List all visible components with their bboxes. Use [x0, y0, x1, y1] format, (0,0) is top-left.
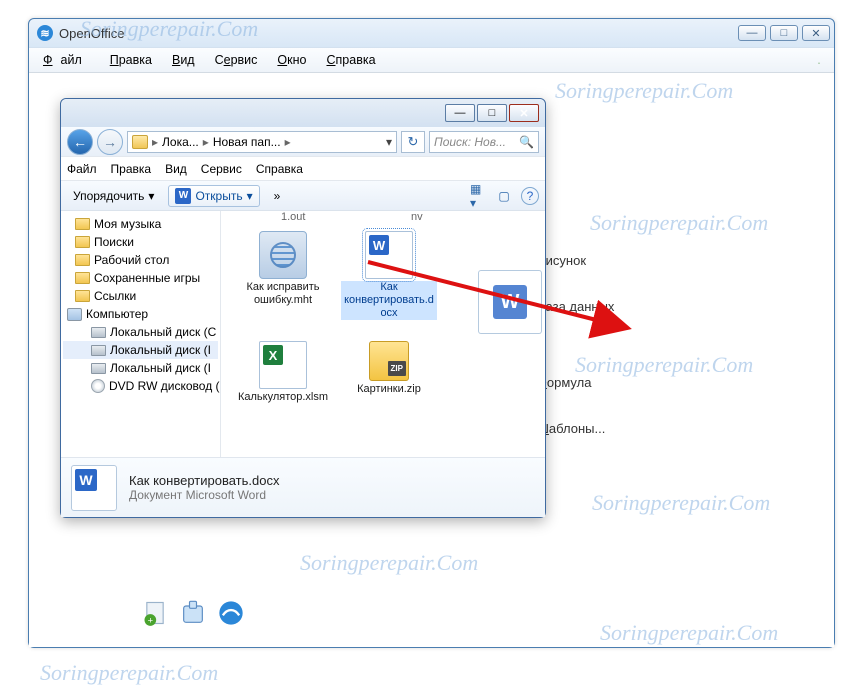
openoffice-round-icon[interactable] — [217, 599, 245, 627]
breadcrumb-sep: ▸ — [285, 135, 291, 149]
folder-icon — [75, 272, 90, 284]
toolbar-more-button[interactable]: » — [268, 187, 287, 205]
menu-file[interactable]: Файл — [35, 51, 98, 69]
mht-file-icon — [259, 231, 307, 279]
explorer-maximize-button[interactable]: □ — [477, 104, 507, 122]
svg-text:+: + — [148, 616, 153, 626]
ex-menu-help[interactable]: Справка — [256, 162, 303, 176]
computer-icon — [67, 308, 82, 321]
breadcrumb-sep: ▸ — [152, 135, 158, 149]
search-placeholder: Поиск: Нов... — [434, 135, 506, 149]
folder-icon — [75, 218, 90, 230]
new-doc-icon[interactable]: + — [141, 599, 169, 627]
folder-icon — [75, 290, 90, 302]
status-bar: Как конвертировать.docx Документ Microso… — [61, 457, 545, 517]
ex-menu-file[interactable]: Файл — [67, 162, 97, 176]
address-bar[interactable]: ▸ Лока... ▸ Новая пап... ▸ ▾ — [127, 131, 397, 153]
extension-icon[interactable] — [179, 599, 207, 627]
tree-item[interactable]: Ссылки — [63, 287, 218, 305]
tree-item-disk[interactable]: Локальный диск (C — [63, 323, 218, 341]
breadcrumb-sep: ▸ — [203, 135, 209, 149]
menu-edit[interactable]: Правка — [102, 51, 160, 69]
menu-help[interactable]: Справка — [318, 51, 383, 69]
file-docx-selected[interactable]: Как конвертировать.docx — [341, 231, 437, 320]
open-button[interactable]: WОткрыть ▾ — [168, 185, 259, 207]
explorer-minimize-button[interactable]: — — [445, 104, 475, 122]
download-icon[interactable] — [810, 51, 828, 69]
explorer-toolbar: Упорядочить ▾ WОткрыть ▾ » ▦ ▾ ▢ ? — [61, 181, 545, 211]
status-filename: Как конвертировать.docx — [129, 473, 279, 488]
disk-icon — [91, 327, 106, 338]
nav-tree: Моя музыка Поиски Рабочий стол Сохраненн… — [61, 211, 221, 457]
start-database[interactable]: База данных — [537, 283, 697, 329]
start-templates[interactable]: Шаблоны... — [537, 405, 697, 451]
search-input[interactable]: Поиск: Нов... 🔍 — [429, 131, 539, 153]
truncated-label: nv — [411, 211, 423, 223]
drag-ghost-icon: W — [478, 270, 542, 334]
start-formula[interactable]: Формула — [537, 359, 697, 405]
word-file-icon — [365, 231, 413, 279]
menu-view[interactable]: Вид — [164, 51, 203, 69]
tree-item-disk-selected[interactable]: Локальный диск (I — [63, 341, 218, 359]
ex-menu-edit[interactable]: Правка — [111, 162, 152, 176]
address-dropdown-icon[interactable]: ▾ — [386, 135, 392, 149]
dvd-icon — [91, 379, 105, 393]
status-filetype: Документ Microsoft Word — [129, 488, 279, 502]
truncated-label: 1.out — [281, 211, 305, 223]
explorer-window: — □ ✕ ← → ▸ Лока... ▸ Новая пап... ▸ ▾ ↻… — [60, 98, 546, 518]
view-mode-button[interactable]: ▦ ▾ — [469, 187, 487, 205]
tree-item[interactable]: Моя музыка — [63, 215, 218, 233]
search-icon[interactable]: 🔍 — [519, 135, 534, 149]
word-icon: W — [175, 188, 191, 204]
excel-file-icon — [259, 341, 307, 389]
disk-icon — [91, 345, 106, 356]
tree-item[interactable]: Сохраненные игры — [63, 269, 218, 287]
file-mht[interactable]: Как исправить ошибку.mht — [235, 231, 331, 307]
start-drawing[interactable]: Рисунок — [537, 237, 697, 283]
folder-icon — [75, 236, 90, 248]
maximize-button[interactable]: □ — [770, 25, 798, 41]
breadcrumb-part[interactable]: Лока... — [162, 135, 199, 149]
tree-item[interactable]: Поиски — [63, 233, 218, 251]
ex-menu-view[interactable]: Вид — [165, 162, 187, 176]
explorer-close-button[interactable]: ✕ — [509, 104, 539, 122]
explorer-titlebar[interactable]: — □ ✕ — [61, 99, 545, 127]
help-icon[interactable]: ? — [521, 187, 539, 205]
menu-bar: Файл Правка Вид Сервис Окно Справка — [29, 47, 834, 73]
explorer-navbar: ← → ▸ Лока... ▸ Новая пап... ▸ ▾ ↻ Поиск… — [61, 127, 545, 157]
menu-tools[interactable]: Сервис — [207, 51, 266, 69]
folder-icon — [132, 135, 148, 149]
breadcrumb-part[interactable]: Новая пап... — [213, 135, 281, 149]
titlebar[interactable]: ≋ OpenOffice — □ ✕ — [29, 19, 834, 47]
tree-item-dvd[interactable]: DVD RW дисковод ( — [63, 377, 218, 395]
folder-icon — [75, 254, 90, 266]
tree-item-computer[interactable]: Компьютер — [63, 305, 218, 323]
close-button[interactable]: ✕ — [802, 25, 830, 41]
tree-item[interactable]: Рабочий стол — [63, 251, 218, 269]
organize-button[interactable]: Упорядочить ▾ — [67, 187, 160, 205]
ex-menu-tools[interactable]: Сервис — [201, 162, 242, 176]
nav-forward-button[interactable]: → — [97, 129, 123, 155]
tree-item-disk[interactable]: Локальный диск (I — [63, 359, 218, 377]
refresh-button[interactable]: ↻ — [401, 131, 425, 153]
disk-icon — [91, 363, 106, 374]
zip-file-icon — [369, 341, 409, 381]
file-xlsm[interactable]: Калькулятор.xlsm — [235, 341, 331, 404]
status-file-icon — [71, 465, 117, 511]
minimize-button[interactable]: — — [738, 25, 766, 41]
preview-pane-button[interactable]: ▢ — [495, 187, 513, 205]
nav-back-button[interactable]: ← — [67, 129, 93, 155]
file-list[interactable]: 1.out nv Как исправить ошибку.mht Как ко… — [221, 211, 545, 457]
openoffice-logo-icon: ≋ — [37, 25, 53, 41]
start-bottom-toolbar: + — [141, 599, 245, 627]
menu-window[interactable]: Окно — [269, 51, 314, 69]
watermark: Soringperepair.Com — [40, 660, 218, 686]
explorer-menu-bar: Файл Правка Вид Сервис Справка — [61, 157, 545, 181]
window-title: OpenOffice — [59, 26, 125, 41]
file-zip[interactable]: Картинки.zip — [341, 341, 437, 396]
